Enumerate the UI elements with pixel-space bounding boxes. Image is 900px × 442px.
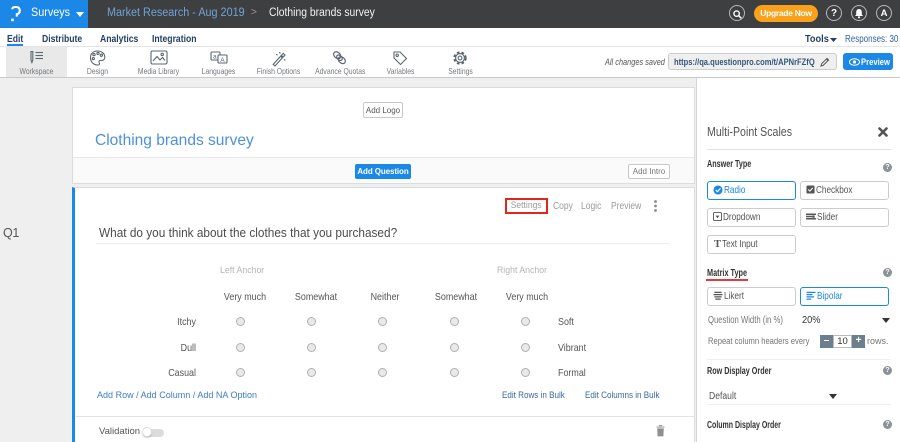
svg-text:A: A bbox=[220, 57, 225, 64]
svg-text:a: a bbox=[213, 54, 217, 61]
